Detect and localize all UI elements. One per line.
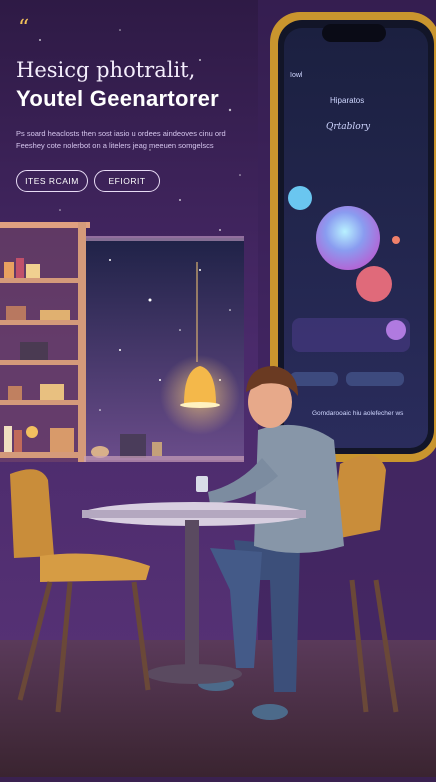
primary-button[interactable]: ITES RCAIM [16,170,88,192]
hero-title-line1: Hesicg photralit, [16,58,196,82]
illustration [0,0,436,777]
phone-card-title: Qrtablory [326,122,371,132]
scene [0,0,436,777]
bookshelf [0,222,90,462]
phone-mockup [270,12,436,462]
hero-paragraph: Ps soard heaclosts then sost iasio u ord… [16,129,226,150]
phone-header-title: Hiparatos [330,96,365,105]
secondary-button[interactable]: EFIORIT [94,170,160,192]
hero-title-line2: Youtel Geenartorer [16,86,220,111]
phone-bottom-text: Gomdarooaic hiu aolefecher ws [312,410,404,417]
phone-status-text: Iowl [290,72,303,79]
quote-mark: “ [18,16,30,41]
